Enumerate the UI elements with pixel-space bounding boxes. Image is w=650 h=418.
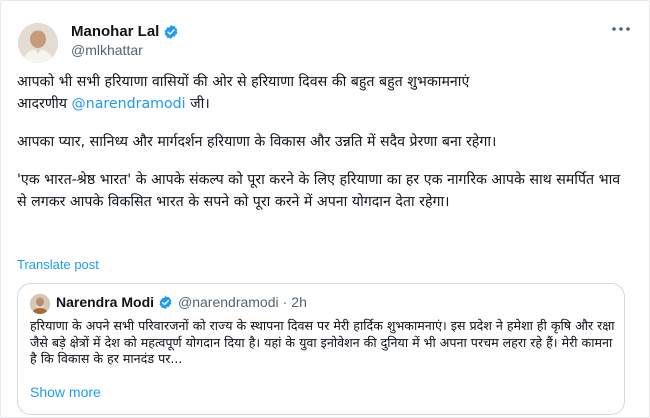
verified-badge-icon <box>159 295 172 309</box>
mention-link[interactable]: @narendramodi <box>72 96 186 112</box>
author-name[interactable]: Manohar Lal <box>71 23 159 40</box>
quoted-author-name[interactable]: Narendra Modi <box>56 294 154 310</box>
tweet-line-1: आपको भी सभी हरियाणा वासियों की ओर से हरि… <box>17 74 470 90</box>
quoted-tweet-card[interactable]: Narendra Modi @narendramodi · 2h हरियाणा… <box>17 283 625 415</box>
author-handle[interactable]: @mlkhattar <box>71 42 143 58</box>
ellipsis-icon <box>612 27 630 31</box>
author-name-row: Manohar Lal <box>71 23 179 40</box>
quoted-avatar-image <box>30 294 50 314</box>
tweet-body: आपको भी सभी हरियाणा वासियों की ओर से हरि… <box>17 71 627 213</box>
quoted-author-avatar[interactable] <box>30 294 50 314</box>
translate-post-link[interactable]: Translate post <box>17 257 99 272</box>
quoted-author-row: Narendra Modi @narendramodi · 2h <box>56 294 307 310</box>
show-more-link[interactable]: Show more <box>30 384 101 400</box>
author-avatar[interactable] <box>18 23 58 63</box>
tweet-paragraph-2: आपका प्यार, सानिध्य और मार्गदर्शन हरियाण… <box>17 134 497 150</box>
tweet-paragraph-1: आपको भी सभी हरियाणा वासियों की ओर से हरि… <box>17 71 627 115</box>
tweet-paragraph-3: 'एक भारत-श्रेष्ठ भारत' के आपके संकल्प को… <box>17 172 621 210</box>
quoted-timestamp[interactable]: 2h <box>291 294 307 310</box>
more-options-icon[interactable] <box>611 17 631 36</box>
separator-dot: · <box>282 294 288 310</box>
verified-badge-icon <box>165 24 178 39</box>
tweet-card: Manohar Lal @mlkhattar आपको भी सभी हरिया… <box>0 0 650 418</box>
author-avatar-image <box>18 23 58 63</box>
quoted-tweet-text: हरियाणा के अपने सभी परिवारजनों को राज्य … <box>30 318 615 366</box>
tweet-line-2-suffix: जी। <box>185 96 210 112</box>
quoted-author-handle[interactable]: @narendramodi <box>178 294 279 310</box>
tweet-line-2-prefix: आदरणीय <box>17 96 72 112</box>
